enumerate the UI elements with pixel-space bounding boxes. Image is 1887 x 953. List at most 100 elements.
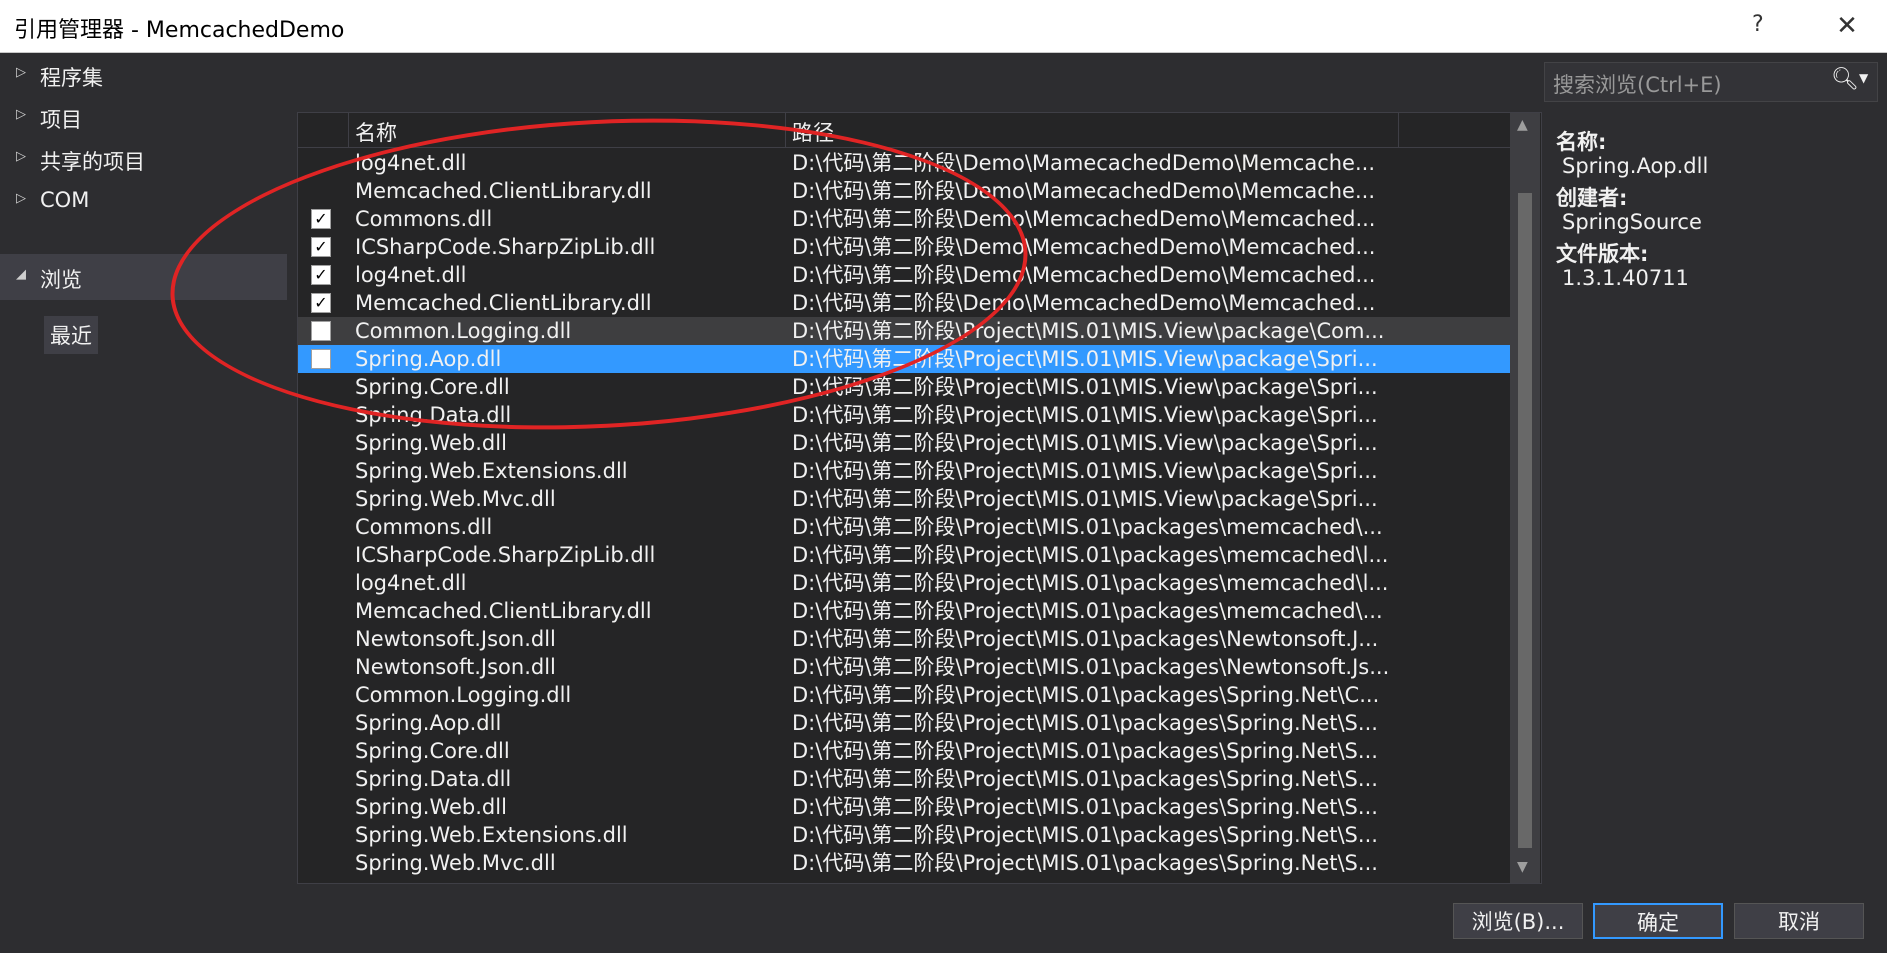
nav-item-label: 程序集 (40, 66, 103, 90)
column-separator[interactable] (1398, 113, 1399, 147)
nav-item-label: COM (40, 188, 90, 212)
detail-creator-label: 创建者: (1556, 186, 1628, 210)
row-path: D:\代码\第二阶段\Demo\MemcachedDemo\Memcached.… (792, 207, 1376, 231)
expand-arrow-icon: ▷ (16, 65, 26, 80)
table-row[interactable]: Memcached.ClientLibrary.dll D:\代码\第二阶段\Pr… (298, 597, 1510, 625)
table-row[interactable]: Spring.Web.Extensions.dll D:\代码\第二阶段\Proj… (298, 821, 1510, 849)
table-row[interactable]: ✓ Memcached.ClientLibrary.dll D:\代码\第二阶段\D… (298, 289, 1510, 317)
browse-button[interactable]: 浏览(B)... (1453, 903, 1583, 939)
table-row[interactable]: Commons.dll D:\代码\第二阶段\Project\MIS.01\pac… (298, 513, 1510, 541)
row-path: D:\代码\第二阶段\Project\MIS.01\packages\memca… (792, 599, 1383, 623)
search-box[interactable]: 搜索浏览(Ctrl+E) 🔍︎ ▼ (1544, 62, 1878, 102)
table-row[interactable]: Newtonsoft.Json.dll D:\代码\第二阶段\Project\MI… (298, 653, 1510, 681)
table-row[interactable]: Spring.Core.dll D:\代码\第二阶段\Project\MIS.01… (298, 373, 1510, 401)
row-path: D:\代码\第二阶段\Project\MIS.01\MIS.View\packa… (792, 347, 1378, 371)
table-row[interactable]: Spring.Data.dll D:\代码\第二阶段\Project\MIS.01… (298, 401, 1510, 429)
row-name: Memcached.ClientLibrary.dll (355, 179, 652, 203)
row-path: D:\代码\第二阶段\Project\MIS.01\MIS.View\packa… (792, 487, 1378, 511)
row-name: Spring.Aop.dll (355, 711, 502, 735)
nav-item-com[interactable]: ▷ COM (0, 178, 287, 224)
nav-item-label: 浏览 (40, 268, 82, 292)
checkbox-checked[interactable]: ✓ (311, 237, 331, 257)
cancel-button[interactable]: 取消 (1734, 903, 1864, 939)
row-name: Spring.Web.dll (355, 431, 507, 455)
table-row[interactable]: Spring.Data.dll D:\代码\第二阶段\Project\MIS.01… (298, 765, 1510, 793)
detail-name-label: 名称: (1556, 130, 1607, 154)
column-header-path[interactable]: 路径 (792, 117, 834, 147)
table-row[interactable]: log4net.dll D:\代码\第二阶段\Project\MIS.01\pac… (298, 569, 1510, 597)
table-row[interactable]: Spring.Aop.dll D:\代码\第二阶段\Project\MIS.01\… (298, 709, 1510, 737)
table-row[interactable]: Spring.Web.dll D:\代码\第二阶段\Project\MIS.01\… (298, 793, 1510, 821)
table-row[interactable]: Spring.Core.dll D:\代码\第二阶段\Project\MIS.01… (298, 737, 1510, 765)
title-bar: 引用管理器 - MemcachedDemo ? ✕ (0, 0, 1887, 53)
detail-creator-value: SpringSource (1562, 210, 1702, 234)
search-icon[interactable]: 🔍︎ (1831, 67, 1859, 92)
row-name: Spring.Web.Mvc.dll (355, 851, 556, 875)
scroll-thumb[interactable] (1518, 193, 1532, 848)
close-icon[interactable]: ✕ (1830, 10, 1864, 44)
row-name: Spring.Web.Extensions.dll (355, 459, 628, 483)
detail-name-value: Spring.Aop.dll (1562, 154, 1709, 178)
help-icon[interactable]: ? (1752, 12, 1764, 37)
dropdown-arrow-icon[interactable]: ▼ (1859, 71, 1868, 85)
row-name: log4net.dll (355, 571, 467, 595)
row-path: D:\代码\第二阶段\Project\MIS.01\MIS.View\packa… (792, 403, 1378, 427)
collapse-arrow-icon: ◢ (16, 267, 26, 282)
row-name: Memcached.ClientLibrary.dll (355, 599, 652, 623)
table-row[interactable]: Newtonsoft.Json.dll D:\代码\第二阶段\Project\MI… (298, 625, 1510, 653)
nav-item-shared-projects[interactable]: ▷ 共享的项目 (0, 136, 287, 182)
table-row[interactable]: Spring.Web.Extensions.dll D:\代码\第二阶段\Proj… (298, 457, 1510, 485)
scroll-up-icon[interactable]: ▲ (1517, 117, 1528, 133)
table-row[interactable]: Memcached.ClientLibrary.dll D:\代码\第二阶段\De… (298, 177, 1510, 205)
column-separator[interactable] (348, 113, 349, 147)
table-row[interactable]: ✓ Commons.dll D:\代码\第二阶段\Demo\MemcachedDem… (298, 205, 1510, 233)
row-path: D:\代码\第二阶段\Project\MIS.01\MIS.View\packa… (792, 319, 1385, 343)
table-row[interactable]: Common.Logging.dll D:\代码\第二阶段\Project\MIS… (298, 317, 1510, 345)
table-row[interactable]: ICSharpCode.SharpZipLib.dll D:\代码\第二阶段\Pr… (298, 541, 1510, 569)
table-row[interactable]: log4net.dll D:\代码\第二阶段\Demo\MamecachedDem… (298, 149, 1510, 177)
row-name: Spring.Data.dll (355, 767, 512, 791)
checkbox-unchecked[interactable] (311, 349, 331, 369)
row-path: D:\代码\第二阶段\Demo\MamecachedDemo\Memcache.… (792, 151, 1376, 175)
row-path: D:\代码\第二阶段\Project\MIS.01\packages\Sprin… (792, 795, 1378, 819)
expand-arrow-icon: ▷ (16, 149, 26, 164)
expand-arrow-icon: ▷ (16, 191, 26, 206)
row-path: D:\代码\第二阶段\Project\MIS.01\packages\Sprin… (792, 739, 1378, 763)
row-name: Spring.Web.Extensions.dll (355, 823, 628, 847)
nav-subitem-recent[interactable]: 最近 (44, 316, 98, 354)
table-row[interactable]: Common.Logging.dll D:\代码\第二阶段\Project\MIS… (298, 681, 1510, 709)
table-row[interactable]: ✓ ICSharpCode.SharpZipLib.dll D:\代码\第二阶段\D… (298, 233, 1510, 261)
row-path: D:\代码\第二阶段\Project\MIS.01\packages\Sprin… (792, 711, 1378, 735)
nav-item-browse[interactable]: ◢ 浏览 (0, 254, 287, 300)
vertical-scrollbar[interactable]: ▲ ▼ (1510, 113, 1540, 883)
nav-item-label: 项目 (40, 108, 82, 132)
table-row[interactable]: Spring.Aop.dll D:\代码\第二阶段\Project\MIS.01\… (298, 345, 1510, 373)
table-row[interactable]: Spring.Web.Mvc.dll D:\代码\第二阶段\Project\MIS… (298, 485, 1510, 513)
row-name: Spring.Web.dll (355, 795, 507, 819)
checkbox-checked[interactable]: ✓ (311, 293, 331, 313)
table-row[interactable]: Spring.Web.Mvc.dll D:\代码\第二阶段\Project\MIS… (298, 849, 1510, 877)
nav-item-assemblies[interactable]: ▷ 程序集 (0, 52, 287, 98)
row-path: D:\代码\第二阶段\Project\MIS.01\MIS.View\packa… (792, 431, 1378, 455)
checkbox-unchecked[interactable] (311, 321, 331, 341)
column-header-name[interactable]: 名称 (355, 117, 397, 147)
table-row[interactable]: Spring.Web.dll D:\代码\第二阶段\Project\MIS.01\… (298, 429, 1510, 457)
row-path: D:\代码\第二阶段\Project\MIS.01\packages\Sprin… (792, 683, 1380, 707)
details-panel: 名称: Spring.Aop.dll 创建者: SpringSource 文件版… (1556, 126, 1876, 294)
row-name: Spring.Core.dll (355, 375, 510, 399)
checkbox-checked[interactable]: ✓ (311, 265, 331, 285)
table-row[interactable]: ✓ log4net.dll D:\代码\第二阶段\Demo\MemcachedDem… (298, 261, 1510, 289)
row-name: Common.Logging.dll (355, 683, 572, 707)
search-input[interactable]: 搜索浏览(Ctrl+E) (1553, 69, 1722, 99)
reference-list[interactable]: 名称 路径 log4net.dll D:\代码\第二阶段\Demo\Mamecac… (297, 112, 1542, 884)
nav-item-projects[interactable]: ▷ 项目 (0, 94, 287, 140)
row-name: Commons.dll (355, 207, 493, 231)
column-separator[interactable] (785, 113, 786, 147)
ok-button[interactable]: 确定 (1593, 903, 1723, 939)
row-name: log4net.dll (355, 263, 467, 287)
expand-arrow-icon: ▷ (16, 107, 26, 122)
checkbox-checked[interactable]: ✓ (311, 209, 331, 229)
row-path: D:\代码\第二阶段\Project\MIS.01\MIS.View\packa… (792, 375, 1378, 399)
window-title: 引用管理器 - MemcachedDemo (14, 18, 345, 43)
scroll-down-icon[interactable]: ▼ (1517, 859, 1528, 875)
